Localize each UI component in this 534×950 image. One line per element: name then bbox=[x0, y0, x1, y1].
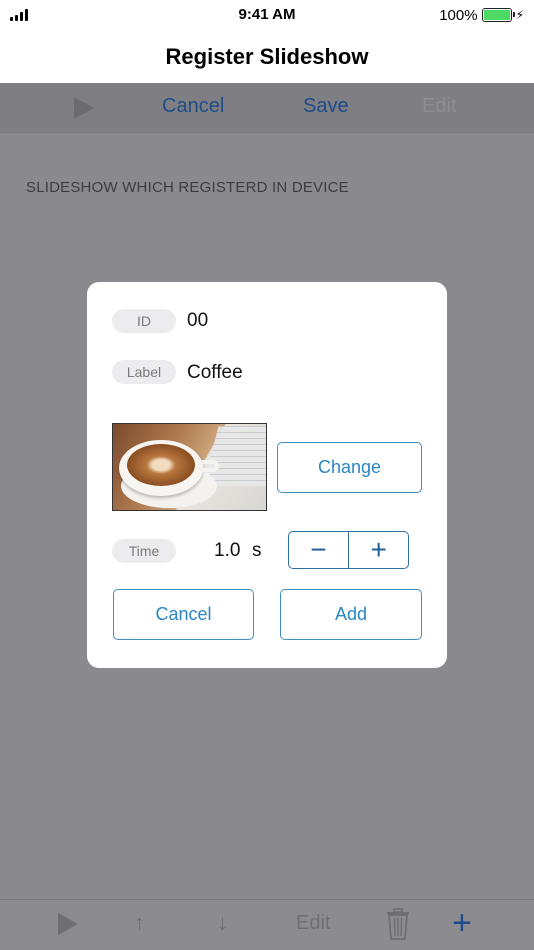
status-bar: 9:41 AM 100% ⚡ bbox=[0, 0, 534, 30]
time-unit: s bbox=[252, 540, 262, 561]
toolbar-edit-button[interactable]: Edit bbox=[422, 95, 456, 118]
toolbar-save-button[interactable]: Save bbox=[303, 95, 349, 118]
time-tag: Time bbox=[112, 539, 176, 563]
signal-icon bbox=[10, 9, 70, 21]
dialog-add-button[interactable]: Add bbox=[280, 589, 422, 640]
bottom-play-icon[interactable] bbox=[58, 913, 78, 935]
top-toolbar: Cancel Save Edit bbox=[0, 83, 534, 133]
status-right: 100% ⚡ bbox=[439, 7, 524, 24]
decrement-button[interactable]: − bbox=[289, 532, 348, 568]
label-value[interactable]: Coffee bbox=[187, 362, 243, 384]
bottom-edit-button[interactable]: Edit bbox=[296, 912, 330, 935]
nav-bar: Register Slideshow bbox=[0, 30, 534, 83]
toolbar-cancel-button[interactable]: Cancel bbox=[162, 95, 224, 118]
move-down-icon[interactable]: ↓ bbox=[217, 910, 228, 936]
move-up-icon[interactable]: ↑ bbox=[134, 910, 145, 936]
battery-percent: 100% bbox=[439, 6, 478, 24]
time-value: 1.0 bbox=[214, 540, 241, 561]
id-tag: ID bbox=[112, 309, 176, 333]
add-slide-button[interactable]: + bbox=[452, 904, 472, 943]
trash-icon[interactable] bbox=[386, 908, 410, 945]
battery-icon bbox=[481, 8, 515, 22]
label-tag: Label bbox=[112, 360, 176, 384]
register-slide-dialog: ID 00 Label Coffee Change Time 1.0 s − +… bbox=[87, 282, 447, 668]
time-stepper: − + bbox=[288, 531, 409, 569]
page-title: Register Slideshow bbox=[165, 43, 369, 69]
battery-fill bbox=[483, 10, 510, 20]
dialog-cancel-button[interactable]: Cancel bbox=[113, 589, 254, 640]
change-image-button[interactable]: Change bbox=[277, 442, 422, 493]
bottom-toolbar: ↑ ↓ Edit + bbox=[0, 899, 534, 950]
charging-bolt-icon: ⚡ bbox=[515, 8, 524, 22]
play-icon[interactable] bbox=[74, 97, 94, 119]
section-header: SLIDESHOW WHICH REGISTERD IN DEVICE bbox=[26, 179, 349, 196]
id-value: 00 bbox=[187, 310, 209, 331]
cup-handle-shape bbox=[197, 460, 219, 472]
trash-icon-svg bbox=[387, 908, 409, 940]
increment-button[interactable]: + bbox=[349, 532, 408, 568]
slide-thumbnail-image bbox=[112, 423, 267, 511]
coffee-shape bbox=[127, 444, 195, 486]
